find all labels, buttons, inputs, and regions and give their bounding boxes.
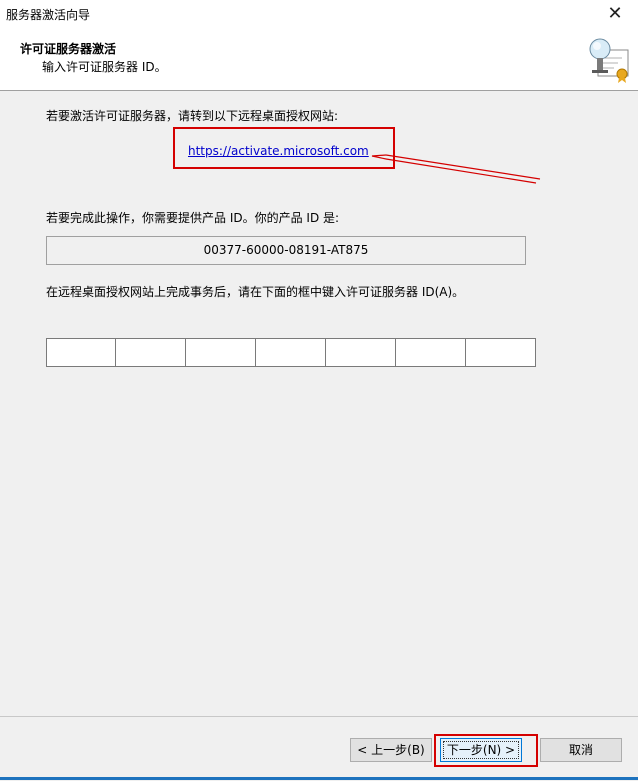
next-button[interactable]: 下一步(N) > [440, 738, 522, 762]
instruction-visit-site: 若要激活许可证服务器，请转到以下远程桌面授权网站: [46, 109, 339, 123]
certificate-icon [589, 38, 629, 83]
focus-ring [443, 741, 519, 759]
wizard-header: 许可证服务器激活 输入许可证服务器 ID。 [0, 30, 638, 91]
back-button-label: < 上一步(B) [357, 743, 425, 757]
license-id-field-7[interactable] [466, 338, 536, 367]
back-button[interactable]: < 上一步(B) [350, 738, 432, 762]
page-subtitle: 输入许可证服务器 ID。 [42, 60, 167, 74]
cancel-button-label: 取消 [568, 743, 593, 757]
license-id-field-4[interactable] [256, 338, 326, 367]
license-id-field-6[interactable] [396, 338, 466, 367]
cancel-button[interactable]: 取消 [540, 738, 622, 762]
close-icon: ✕ [607, 3, 623, 24]
close-button[interactable]: ✕ [592, 0, 638, 30]
instruction-enter-license-id: 在远程桌面授权网站上完成事务后，请在下面的框中键入许可证服务器 ID(A)。 [46, 285, 465, 299]
wizard-footer: < 上一步(B) 下一步(N) > 取消 [0, 716, 638, 781]
title-bar: 服务器激活向导 ✕ [0, 0, 638, 30]
annotation-arrow [371, 154, 541, 184]
instruction-product-id: 若要完成此操作，你需要提供产品 ID。你的产品 ID 是: [46, 211, 340, 225]
window-title: 服务器激活向导 [6, 8, 91, 22]
license-id-field-3[interactable] [186, 338, 256, 367]
product-id-display: 00377-60000-08191-AT875 [46, 236, 526, 265]
license-id-field-1[interactable] [46, 338, 116, 367]
license-id-field-2[interactable] [116, 338, 186, 367]
license-server-id-input-group [46, 338, 536, 367]
wizard-content: 若要激活许可证服务器，请转到以下远程桌面授权网站: https://activa… [0, 91, 638, 716]
page-title: 许可证服务器激活 [20, 42, 117, 56]
activation-link[interactable]: https://activate.microsoft.com [188, 144, 369, 158]
license-id-field-5[interactable] [326, 338, 396, 367]
